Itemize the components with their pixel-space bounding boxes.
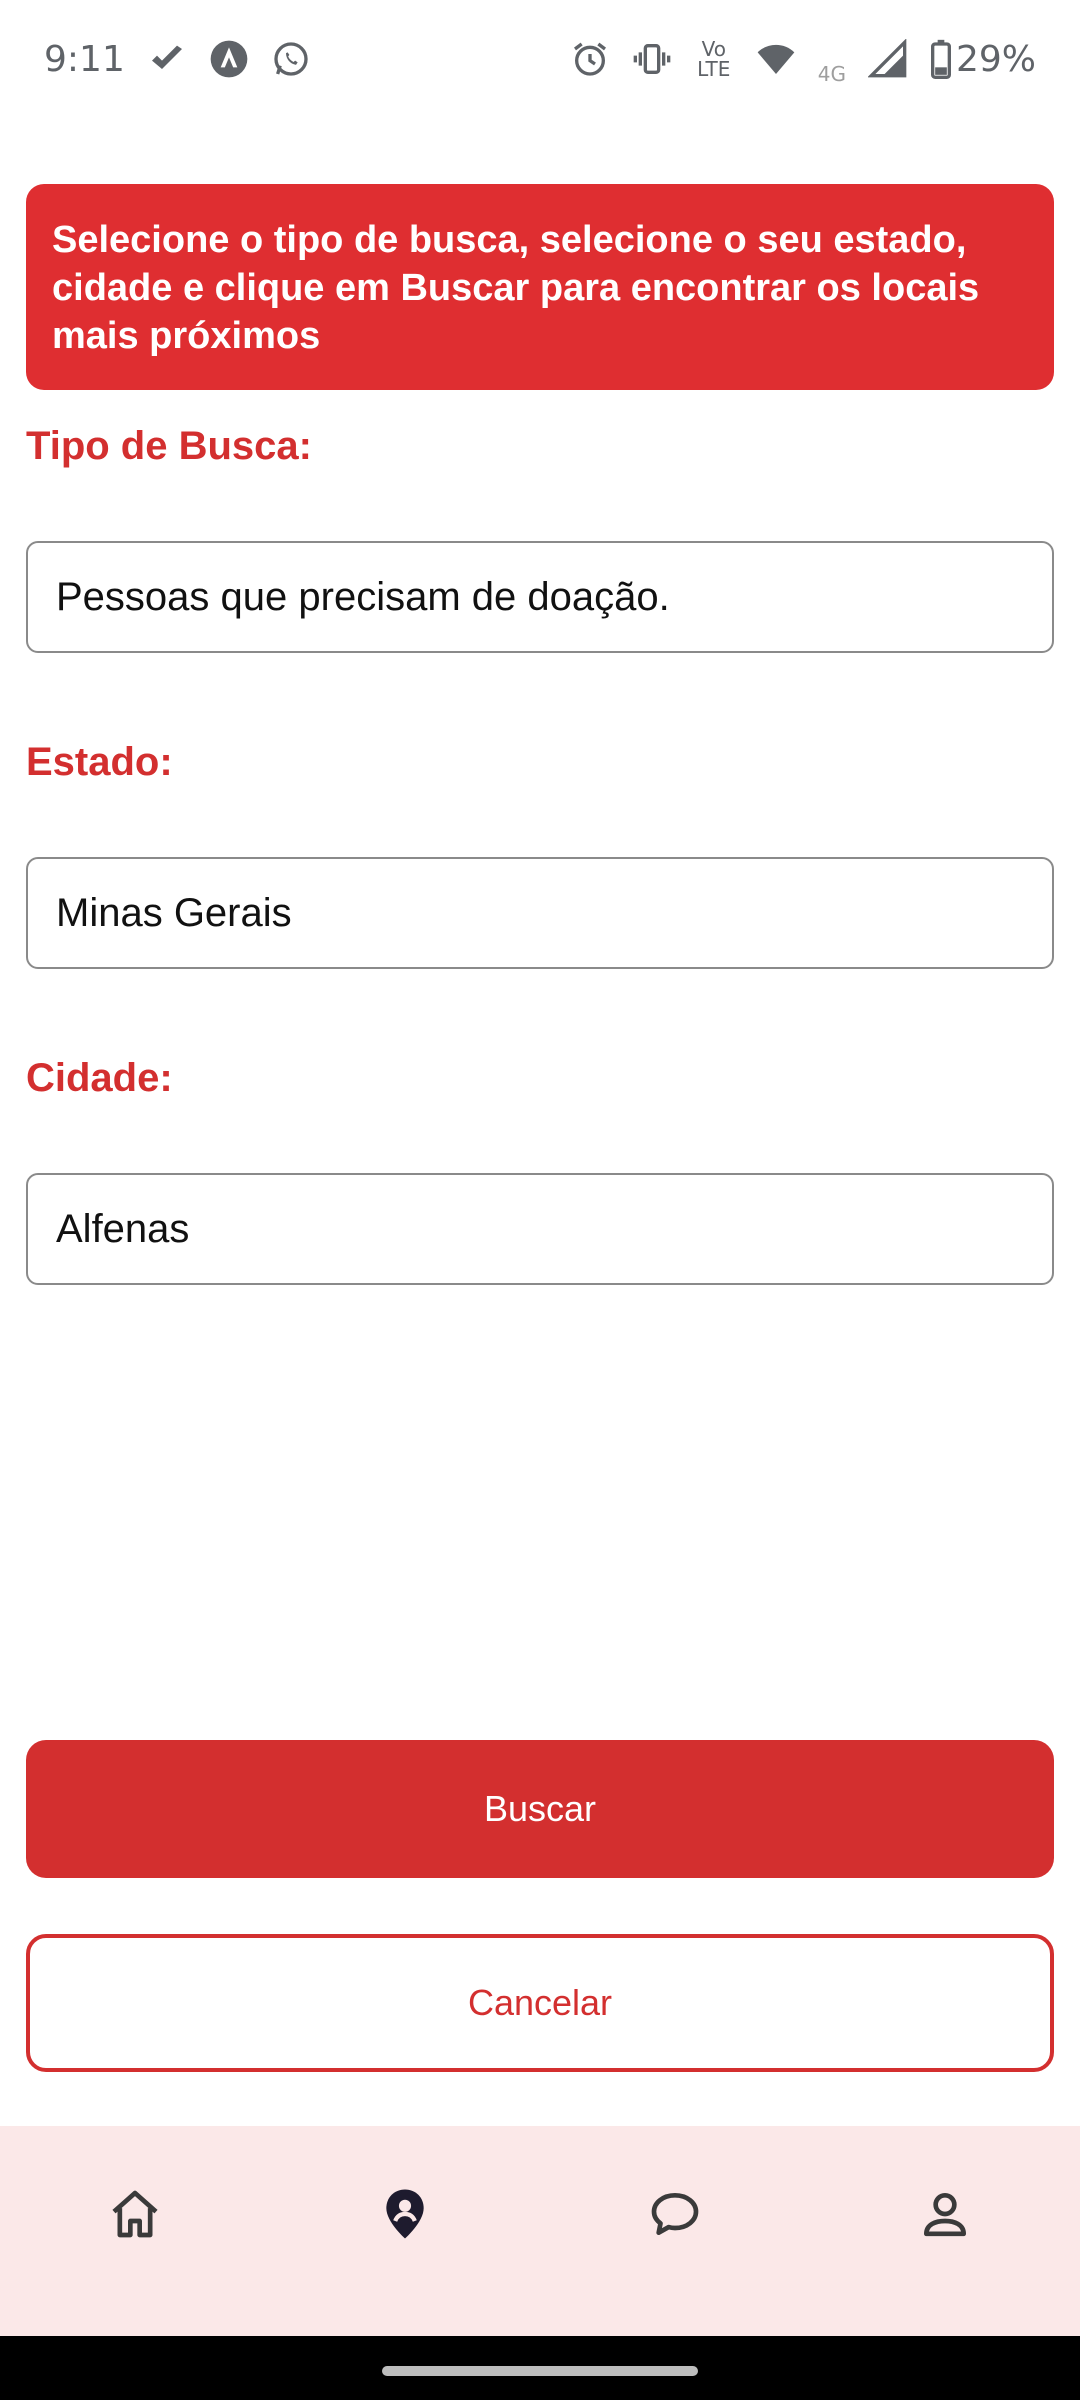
home-gesture-handle[interactable] <box>382 2366 698 2376</box>
info-banner-text: Selecione o tipo de busca, selecione o s… <box>52 219 980 357</box>
chat-icon <box>647 2186 703 2247</box>
network-type: 4G <box>817 62 846 86</box>
battery-percent: 29% <box>955 38 1036 80</box>
check-icon <box>147 39 187 79</box>
tipo-select[interactable]: Pessoas que precisam de doação. <box>26 541 1054 653</box>
tipo-label: Tipo de Busca: <box>26 424 312 468</box>
location-pin-icon <box>377 2186 433 2247</box>
volte-line1: Vo <box>701 37 726 61</box>
whatsapp-icon <box>271 39 311 79</box>
screen: 9:11 Vo LTE 4G 29% Selecione o tipo de b… <box>0 0 1080 2400</box>
bottom-nav <box>0 2126 1080 2336</box>
status-right: Vo LTE 4G 29% <box>570 34 1036 84</box>
alarm-icon <box>570 39 610 79</box>
cidade-label: Cidade: <box>26 1056 173 1100</box>
wifi-icon <box>756 39 796 79</box>
estado-value: Minas Gerais <box>56 890 292 935</box>
vibrate-icon <box>632 39 672 79</box>
nav-locations[interactable] <box>345 2176 465 2256</box>
estado-select[interactable]: Minas Gerais <box>26 857 1054 969</box>
home-icon <box>107 2186 163 2247</box>
volte-line2: LTE <box>697 57 731 81</box>
cidade-value: Alfenas <box>56 1206 190 1251</box>
nav-home[interactable] <box>75 2176 195 2256</box>
status-time: 9:11 <box>44 38 125 80</box>
search-button[interactable]: Buscar <box>26 1740 1054 1878</box>
signal-icon <box>867 39 908 79</box>
cancel-button[interactable]: Cancelar <box>26 1934 1054 2072</box>
estado-label: Estado: <box>26 740 173 784</box>
info-banner: Selecione o tipo de busca, selecione o s… <box>26 184 1054 390</box>
gesture-bar <box>0 2336 1080 2400</box>
nav-chat[interactable] <box>615 2176 735 2256</box>
volte-icon: Vo LTE <box>694 39 734 79</box>
cidade-select[interactable]: Alfenas <box>26 1173 1054 1285</box>
status-bar: 9:11 Vo LTE 4G 29% <box>0 0 1080 118</box>
nav-profile[interactable] <box>885 2176 1005 2256</box>
profile-icon <box>917 2186 973 2247</box>
battery-icon <box>930 39 952 79</box>
tipo-value: Pessoas que precisam de doação. <box>56 574 670 619</box>
app-icon <box>209 39 249 79</box>
status-left: 9:11 <box>44 39 311 80</box>
